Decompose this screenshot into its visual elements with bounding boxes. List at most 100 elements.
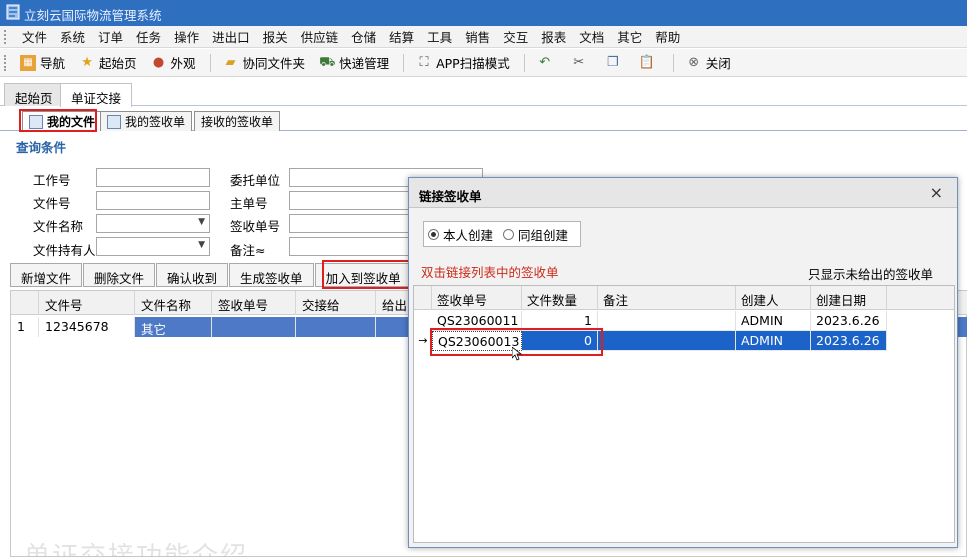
query-section-title: 查询条件	[16, 140, 67, 155]
subtab-my-receipts[interactable]: 我的签收单	[100, 111, 193, 131]
paste-icon: 📋	[638, 54, 655, 70]
row-index: 1	[11, 317, 39, 337]
create-receipt-button[interactable]: 生成签收单	[229, 263, 314, 287]
delete-file-button[interactable]: 删除文件	[83, 263, 156, 287]
menu-file[interactable]: 文件	[22, 27, 47, 46]
close-button[interactable]: ⊗ 关闭	[686, 53, 730, 72]
row-indicator-header	[11, 291, 39, 315]
subtab-received-receipts[interactable]: 接收的签收单	[194, 111, 281, 131]
row-indicator-header	[414, 286, 432, 310]
highlight-my-files	[19, 109, 97, 132]
express-button[interactable]: ⛟ 快递管理	[319, 53, 389, 72]
radio-self-created[interactable]: 本人创建	[428, 225, 493, 244]
double-click-hint: 双击链接列表中的签收单	[421, 265, 559, 280]
label-remark: 备注≈	[230, 243, 266, 258]
label-file-no: 文件号	[33, 196, 71, 211]
col-file-no[interactable]: 文件号	[39, 291, 135, 315]
holder-select[interactable]: ▼	[96, 237, 210, 256]
cell-file-no[interactable]: 12345678	[39, 317, 135, 337]
watermark-text: 单证交接功能介绍	[24, 542, 249, 557]
toolbar: ▦ 导航 ★ 起始页 ● 外观 ▰ 协同文件夹 ⛟ 快递管理 ⛶ APP扫描模式…	[0, 49, 967, 77]
receipt-grid-header: 签收单号 文件数量 备注 创建人 创建日期	[414, 286, 954, 310]
menu-order[interactable]: 订单	[98, 27, 123, 46]
creator-radio-group: 本人创建 同组创建	[423, 221, 581, 247]
tab-start-page[interactable]: 起始页	[4, 83, 64, 106]
label-master-no: 主单号	[230, 196, 268, 211]
cell-created-date[interactable]: 2023.6.26	[811, 311, 887, 331]
label-sign-no: 签收单号	[230, 219, 281, 234]
scissors-icon: ✂	[573, 54, 585, 70]
cell-handover-to[interactable]	[296, 317, 376, 337]
tab-document-handover[interactable]: 单证交接	[60, 83, 133, 107]
menu-interaction[interactable]: 交互	[503, 27, 528, 46]
chevron-down-icon: ▼	[198, 217, 205, 227]
master-no-input[interactable]	[289, 191, 409, 210]
menu-documents[interactable]: 文档	[579, 27, 604, 46]
cell-creator[interactable]: ADMIN	[736, 311, 811, 331]
receipt-icon	[107, 114, 121, 129]
confirm-received-button[interactable]: 确认收到	[156, 263, 229, 287]
cell-file-name[interactable]: 其它	[135, 317, 212, 337]
receipt-grid: 签收单号 文件数量 备注 创建人 创建日期 QS23060011 1 ADMIN…	[413, 285, 955, 543]
mouse-pointer-icon	[512, 347, 522, 361]
file-no-input[interactable]	[96, 191, 210, 210]
job-no-input[interactable]	[96, 168, 210, 187]
cell-creator[interactable]: ADMIN	[736, 331, 811, 351]
cell-remark[interactable]	[598, 331, 736, 351]
toolbar-separator	[672, 53, 674, 72]
undo-button[interactable]: ↶	[537, 55, 557, 71]
col-receipt-no[interactable]: 签收单号	[432, 286, 522, 310]
shared-folder-button[interactable]: ▰ 协同文件夹	[223, 53, 306, 72]
highlight-add-to-receipt	[322, 260, 410, 289]
menu-operation[interactable]: 操作	[174, 27, 199, 46]
col-created-date[interactable]: 创建日期	[811, 286, 887, 310]
menu-customs[interactable]: 报关	[263, 27, 288, 46]
cell-created-date[interactable]: 2023.6.26	[811, 331, 887, 351]
radio-checked-icon	[428, 228, 439, 240]
menu-tools[interactable]: 工具	[427, 27, 452, 46]
copy-button[interactable]: ❐	[605, 55, 625, 71]
document-tabs: 起始页 单证交接	[0, 80, 967, 107]
menu-import-export[interactable]: 进出口	[212, 27, 250, 46]
menu-help[interactable]: 帮助	[655, 27, 680, 46]
menu-system[interactable]: 系统	[60, 27, 85, 46]
app-logo-icon	[6, 4, 20, 20]
col-handover-to[interactable]: 交接给	[296, 291, 376, 315]
menu-task[interactable]: 任务	[136, 27, 161, 46]
cell-sign-no[interactable]	[212, 317, 296, 337]
menu-settlement[interactable]: 结算	[389, 27, 414, 46]
radio-unchecked-icon	[503, 228, 515, 240]
app-scan-button[interactable]: ⛶ APP扫描模式	[416, 53, 510, 72]
paste-button[interactable]: 📋	[639, 55, 659, 71]
menu-supply-chain[interactable]: 供应链	[301, 27, 339, 46]
remark-input[interactable]	[289, 237, 409, 256]
dialog-title: 链接签收单	[419, 189, 482, 204]
dialog-close-icon[interactable]: ×	[930, 183, 943, 202]
cell-remark[interactable]	[598, 311, 736, 331]
express-icon: ⛟	[319, 54, 336, 70]
col-remark[interactable]: 备注	[598, 286, 736, 310]
radio-group-created[interactable]: 同组创建	[503, 225, 568, 244]
menu-grip	[4, 29, 10, 44]
add-file-button[interactable]: 新增文件	[10, 263, 83, 287]
col-sign-no[interactable]: 签收单号	[212, 291, 296, 315]
col-creator[interactable]: 创建人	[736, 286, 811, 310]
sign-no-input[interactable]	[289, 214, 409, 233]
file-name-select[interactable]: ▼	[96, 214, 210, 233]
dialog-title-bar: 链接签收单 ×	[409, 178, 957, 208]
menu-warehouse[interactable]: 仓储	[351, 27, 376, 46]
skin-button[interactable]: ● 外观	[151, 53, 196, 72]
handover-subtabs: 我的文件 我的签收单 接收的签收单	[0, 107, 967, 131]
undo-icon: ↶	[539, 54, 551, 70]
nav-icon: ▦	[20, 54, 36, 71]
nav-button[interactable]: ▦ 导航	[20, 53, 65, 72]
col-file-count[interactable]: 文件数量	[522, 286, 598, 310]
unissued-filter-label[interactable]: 只显示未给出的签收单	[808, 264, 933, 283]
col-file-name[interactable]: 文件名称	[135, 291, 212, 315]
menu-sales[interactable]: 销售	[465, 27, 490, 46]
home-button[interactable]: ★ 起始页	[79, 53, 136, 72]
menu-reports[interactable]: 报表	[541, 27, 566, 46]
star-icon: ★	[81, 54, 93, 70]
cut-button[interactable]: ✂	[571, 55, 591, 71]
menu-other[interactable]: 其它	[617, 27, 642, 46]
